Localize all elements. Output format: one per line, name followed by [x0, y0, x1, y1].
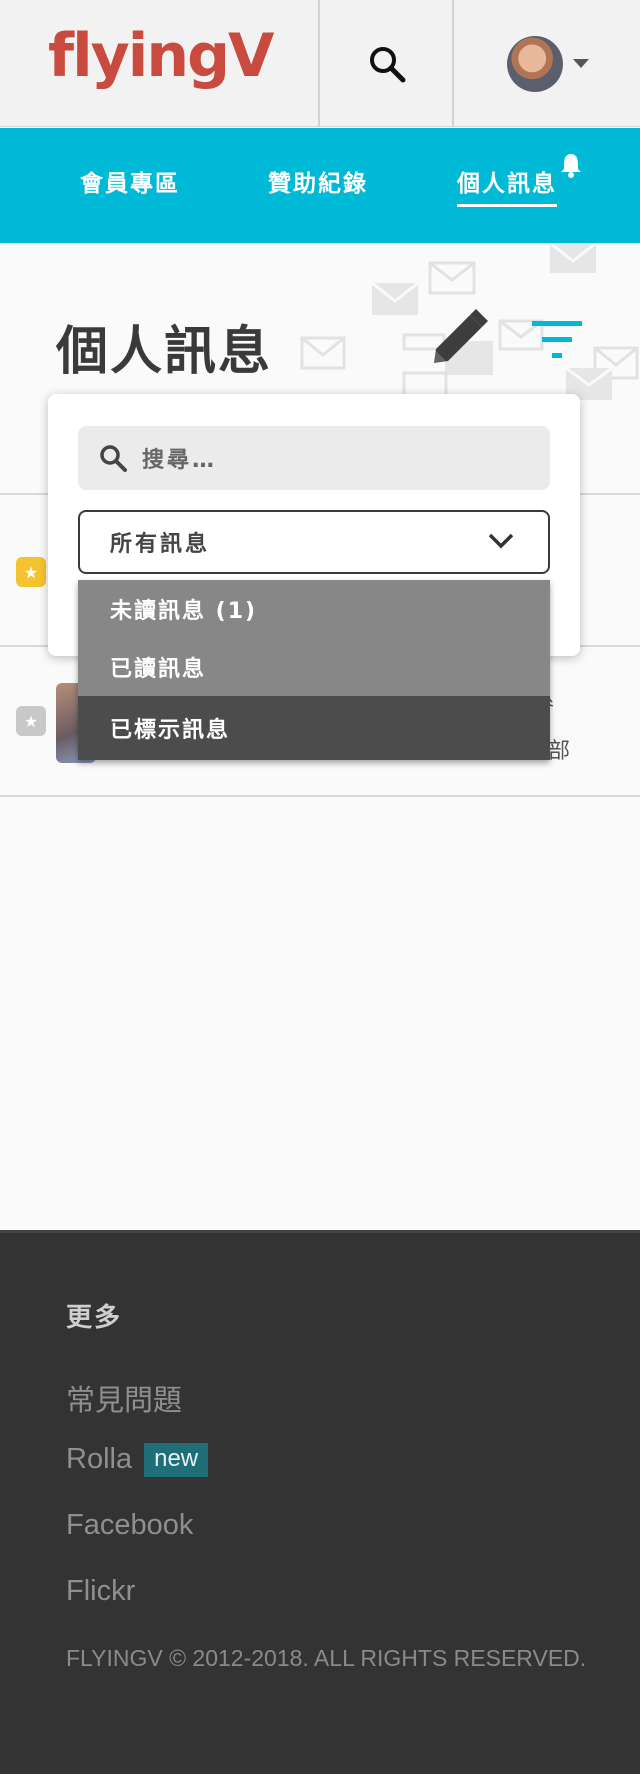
new-badge: new: [144, 1443, 209, 1478]
footer-link-label: Rolla: [66, 1443, 133, 1475]
footer-link-rolla[interactable]: Rolla new: [66, 1443, 209, 1478]
search-button[interactable]: [320, 0, 453, 127]
row-divider: [0, 795, 640, 797]
star-toggle[interactable]: ★: [16, 706, 46, 736]
page-title: 個人訊息: [56, 322, 273, 382]
select-value: 所有訊息: [110, 532, 211, 557]
footer-link-facebook[interactable]: Facebook: [66, 1509, 193, 1542]
nav-item-messages[interactable]: 個人訊息: [457, 164, 557, 207]
chevron-down-icon: [488, 533, 514, 549]
option-read[interactable]: 已讀訊息: [78, 638, 550, 696]
option-starred[interactable]: 已標示訊息: [78, 696, 550, 760]
search-icon: [100, 445, 127, 472]
pencil-icon[interactable]: [430, 309, 488, 367]
avatar: [506, 35, 563, 92]
search-placeholder: 搜尋…: [142, 448, 218, 473]
nav-item-sponsor-records[interactable]: 贊助紀錄: [268, 164, 368, 198]
search-input[interactable]: 搜尋…: [78, 426, 550, 490]
nav-item-member-area[interactable]: 會員專區: [80, 164, 180, 198]
caret-down-icon: [572, 59, 589, 68]
member-nav: 會員專區 贊助紀錄 個人訊息: [0, 128, 640, 243]
footer-link-flickr[interactable]: Flickr: [66, 1575, 135, 1608]
filter-icon[interactable]: [532, 321, 582, 361]
account-menu-button[interactable]: [455, 0, 640, 127]
flyingv-logo[interactable]: flyingV: [48, 26, 274, 86]
message-preview-text: 部: [548, 739, 571, 764]
footer-title: 更多: [66, 1303, 123, 1333]
message-filter-select[interactable]: 所有訊息: [78, 510, 550, 574]
filter-dropdown-menu: 未讀訊息 (1) 已讀訊息 已標示訊息: [78, 580, 550, 760]
copyright-text: FLYINGV © 2012-2018. ALL RIGHTS RESERVED…: [66, 1645, 587, 1671]
search-icon: [369, 46, 405, 82]
star-toggle[interactable]: ★: [16, 557, 46, 587]
option-unread[interactable]: 未讀訊息 (1): [78, 580, 550, 638]
site-footer: 更多 常見問題 Rolla new Facebook Flickr FLYINGV…: [0, 1230, 640, 1774]
bell-icon[interactable]: [559, 152, 583, 178]
footer-link-faq[interactable]: 常見問題: [66, 1377, 182, 1419]
app-header: flyingV: [0, 0, 640, 127]
